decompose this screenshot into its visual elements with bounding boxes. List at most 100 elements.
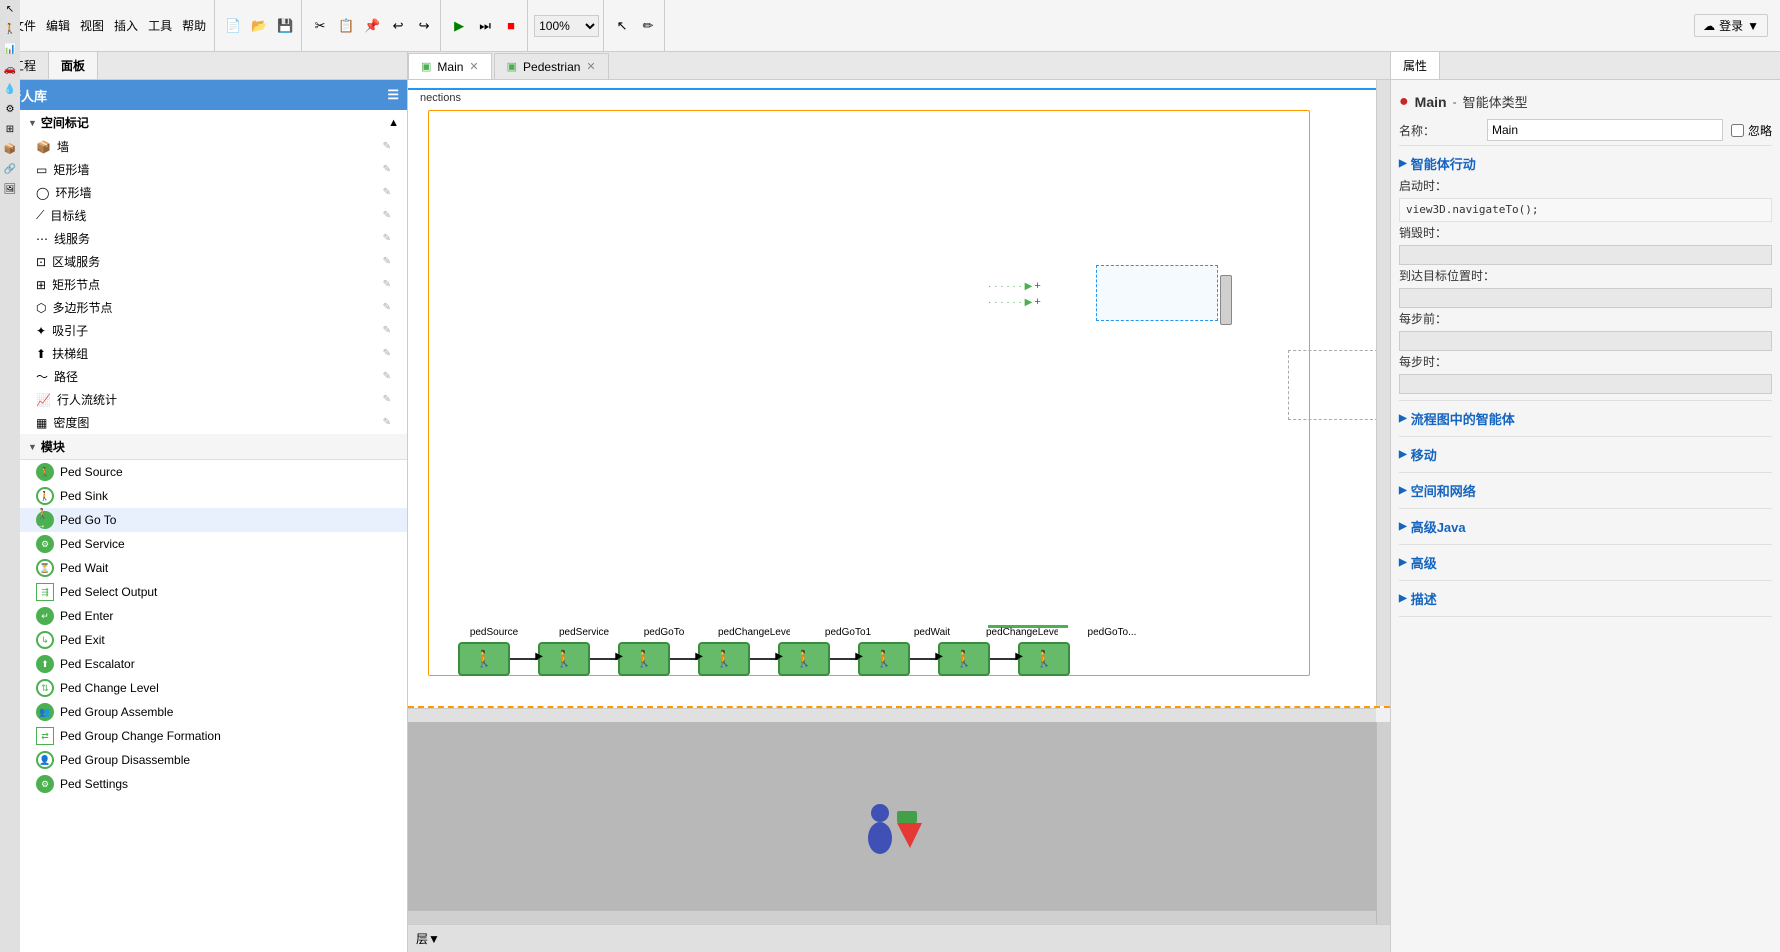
menu-tools[interactable]: 工具	[144, 17, 176, 34]
item-ped-flow-stat[interactable]: 📈 行人流统计 ✎	[20, 388, 407, 411]
tab-pedestrian[interactable]: ▣ Pedestrian ✕	[494, 53, 609, 79]
poly-node-edit-icon[interactable]: ✎	[383, 302, 391, 313]
flow-node-ped-source[interactable]: 🚶	[458, 642, 510, 676]
flow-agents-title[interactable]: 流程图中的智能体	[1399, 405, 1772, 432]
target-line-edit-icon[interactable]: ✎	[383, 210, 391, 221]
rect-wall-edit-icon[interactable]: ✎	[383, 164, 391, 175]
layer-label[interactable]: 层▼	[416, 930, 440, 947]
item-ped-group-change-formation[interactable]: ⇄ Ped Group Change Formation	[20, 724, 407, 748]
side-icon-img[interactable]: 🖼	[2, 184, 18, 200]
menu-view[interactable]: 视图	[76, 17, 108, 34]
side-icon-grid[interactable]: ⊞	[2, 124, 18, 140]
item-path[interactable]: 〜 路径 ✎	[20, 365, 407, 388]
advanced-java-title[interactable]: 高级Java	[1399, 513, 1772, 540]
draw-btn[interactable]: ✏	[636, 14, 660, 38]
library-menu-icon[interactable]: ☰	[387, 87, 399, 103]
bottom-scrollbar-v[interactable]	[1376, 722, 1390, 924]
menu-help[interactable]: 帮助	[178, 17, 210, 34]
ignore-checkbox[interactable]	[1731, 124, 1744, 137]
path-edit-icon[interactable]: ✎	[383, 371, 391, 382]
item-area-service[interactable]: ⊡ 区域服务 ✎	[20, 250, 407, 273]
line-service-edit-icon[interactable]: ✎	[383, 233, 391, 244]
selection-box[interactable]	[1096, 265, 1218, 321]
item-line-service[interactable]: ⋯ 线服务 ✎	[20, 227, 407, 250]
item-ped-sink[interactable]: 🚶 Ped Sink	[20, 484, 407, 508]
redo-btn[interactable]: ↪	[412, 14, 436, 38]
item-rect-wall[interactable]: ▭ 矩形墙 ✎	[20, 158, 407, 181]
item-ped-exit[interactable]: ↳ Ped Exit	[20, 628, 407, 652]
area-service-edit-icon[interactable]: ✎	[383, 256, 391, 267]
run-btn[interactable]: ▶	[447, 14, 471, 38]
item-wall[interactable]: 📦 墙 ✎	[20, 135, 407, 158]
section-spatial-scroll[interactable]: ▲	[388, 117, 399, 129]
movement-title[interactable]: 移动	[1399, 441, 1772, 468]
agent-actions-title[interactable]: 智能体行动	[1399, 150, 1772, 177]
rect-node-edit-icon[interactable]: ✎	[383, 279, 391, 290]
flow-node-ped-go-to-1[interactable]: 🚶	[778, 642, 830, 676]
flow-node-ped-go-to-2[interactable]: 🚶	[1018, 642, 1070, 676]
tab-properties[interactable]: 属性	[1391, 52, 1440, 79]
side-icon-box[interactable]: 📦	[2, 144, 18, 160]
cut-btn[interactable]: ✂	[308, 14, 332, 38]
undo-btn[interactable]: ↩	[386, 14, 410, 38]
item-ped-source[interactable]: 🚶 Ped Source	[20, 460, 407, 484]
menu-edit[interactable]: 编辑	[42, 17, 74, 34]
item-density[interactable]: ▦ 密度图 ✎	[20, 411, 407, 434]
item-ped-service[interactable]: ⚙ Ped Service	[20, 532, 407, 556]
canvas-scrollbar-h[interactable]	[408, 708, 1376, 722]
item-ped-settings[interactable]: ⚙ Ped Settings	[20, 772, 407, 796]
item-ped-select-output[interactable]: ⇶ Ped Select Output	[20, 580, 407, 604]
flow-node-ped-go-to[interactable]: 🚶	[618, 642, 670, 676]
new-btn[interactable]: 📄	[221, 14, 245, 38]
item-ped-enter[interactable]: ↵ Ped Enter	[20, 604, 407, 628]
advanced-title[interactable]: 高级	[1399, 549, 1772, 576]
escalator-edit-icon[interactable]: ✎	[383, 348, 391, 359]
item-attractor[interactable]: ✦ 吸引子 ✎	[20, 319, 407, 342]
item-circle-wall[interactable]: ◯ 环形墙 ✎	[20, 181, 407, 204]
step-btn[interactable]: ⏭	[473, 14, 497, 38]
stop-btn[interactable]: ■	[499, 14, 523, 38]
ped-tab-close-icon[interactable]: ✕	[586, 60, 595, 73]
item-escalator[interactable]: ⬆ 扶梯组 ✎	[20, 342, 407, 365]
canvas-scrollbar-v[interactable]	[1376, 80, 1390, 706]
item-rect-node[interactable]: ⊞ 矩形节点 ✎	[20, 273, 407, 296]
side-icon-link[interactable]: 🔗	[2, 164, 18, 180]
selection-handle[interactable]	[1220, 275, 1232, 325]
item-ped-group-assemble[interactable]: 👥 Ped Group Assemble	[20, 700, 407, 724]
description-title[interactable]: 描述	[1399, 585, 1772, 612]
zoom-select[interactable]: 100%75%150%	[534, 15, 599, 37]
item-ped-wait[interactable]: ⏳ Ped Wait	[20, 556, 407, 580]
pointer-btn[interactable]: ↖	[610, 14, 634, 38]
wall-edit-icon[interactable]: ✎	[383, 141, 391, 152]
item-poly-node[interactable]: ⬡ 多边形节点 ✎	[20, 296, 407, 319]
item-target-line[interactable]: ⟋ 目标线 ✎	[20, 204, 407, 227]
bottom-scrollbar-h[interactable]	[408, 910, 1376, 924]
circle-wall-edit-icon[interactable]: ✎	[383, 187, 391, 198]
top-canvas[interactable]: nections · · · · · · ▶ + · · · · · · ▶	[408, 80, 1390, 708]
density-edit-icon[interactable]: ✎	[383, 417, 391, 428]
attractor-edit-icon[interactable]: ✎	[383, 325, 391, 336]
item-ped-group-disassemble[interactable]: 👤 Ped Group Disassemble	[20, 748, 407, 772]
flow-node-ped-service[interactable]: 🚶	[538, 642, 590, 676]
menu-insert[interactable]: 插入	[110, 17, 142, 34]
side-icon-settings[interactable]: ⚙	[2, 110, 18, 120]
item-ped-escalator[interactable]: ⬆ Ped Escalator	[20, 652, 407, 676]
tab-palette[interactable]: 面板	[49, 52, 98, 79]
space-network-title[interactable]: 空间和网络	[1399, 477, 1772, 504]
item-ped-go-to[interactable]: 🚶→ Ped Go To	[20, 508, 407, 532]
name-input[interactable]	[1487, 119, 1723, 141]
open-btn[interactable]: 📂	[247, 14, 271, 38]
main-tab-close-icon[interactable]: ✕	[469, 60, 478, 73]
flow-node-ped-change-level[interactable]: 🚶	[698, 642, 750, 676]
section-module[interactable]: 模块	[20, 434, 407, 460]
copy-btn[interactable]: 📋	[334, 14, 358, 38]
paste-btn[interactable]: 📌	[360, 14, 384, 38]
login-btn[interactable]: ☁ 登录 ▼	[1694, 14, 1768, 37]
flow-node-ped-wait[interactable]: 🚶	[858, 642, 910, 676]
section-spatial[interactable]: 空间标记 ▲	[20, 110, 407, 135]
save-btn[interactable]: 💾	[273, 14, 297, 38]
flow-node-ped-change-level-1[interactable]: 🚶	[938, 642, 990, 676]
item-ped-change-level[interactable]: ⇅ Ped Change Level	[20, 676, 407, 700]
tab-main[interactable]: ▣ Main ✕	[408, 53, 492, 79]
ped-flow-stat-edit-icon[interactable]: ✎	[383, 394, 391, 405]
